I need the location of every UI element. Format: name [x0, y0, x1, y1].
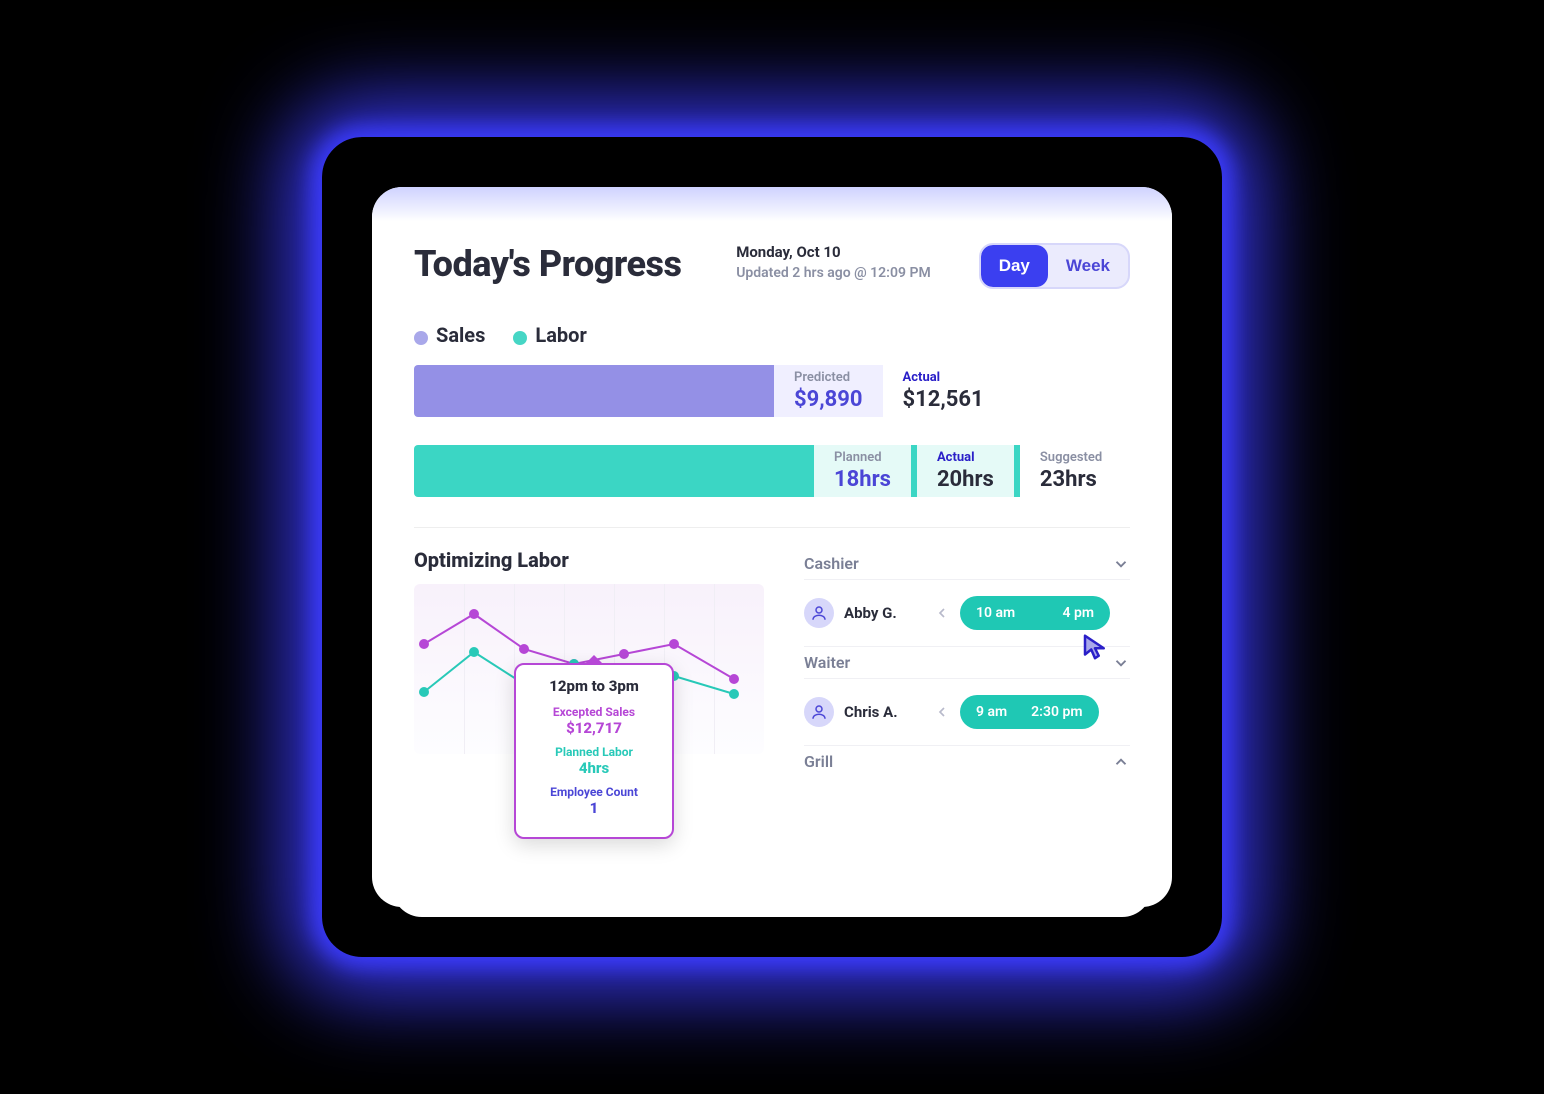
role-header-cashier[interactable]: Cashier: [804, 548, 1130, 580]
employee-name: Abby G.: [844, 604, 924, 622]
sales-bar-fill: [414, 365, 774, 417]
week-button[interactable]: Week: [1048, 245, 1128, 287]
employee-name: Chris A.: [844, 703, 924, 721]
avatar-icon: [804, 598, 834, 628]
cursor-icon: [1080, 632, 1110, 662]
chevron-left-icon[interactable]: [934, 704, 950, 720]
sales-bar-row: Predicted $9,890 Actual $12,561: [414, 365, 1130, 417]
shift-pill[interactable]: 9 am2:30 pm: [960, 695, 1099, 729]
chevron-down-icon[interactable]: [1112, 654, 1130, 672]
page-title: Today's Progress: [414, 243, 681, 285]
sales-actual-cell: Actual $12,561: [883, 365, 1004, 417]
labor-dot-icon: [513, 331, 527, 345]
card-header-gradient: [372, 187, 1172, 221]
shift-pill[interactable]: 10 am4 pm: [960, 596, 1110, 630]
sales-predicted-cell: Predicted $9,890: [774, 365, 883, 417]
updated-label: Updated 2 hrs ago @ 12:09 PM: [736, 265, 931, 281]
dashboard-card: Today's Progress Monday, Oct 10 Updated …: [372, 187, 1172, 907]
labor-bar-fill: [414, 445, 814, 497]
assignment-row: Chris A. 9 am2:30 pm: [804, 679, 1130, 746]
date-label: Monday, Oct 10: [736, 243, 931, 261]
chevron-up-icon[interactable]: [1112, 753, 1130, 771]
labor-bar-row: Planned 18hrs Actual 20hrs Suggested 23h…: [414, 445, 1130, 497]
optimizing-title: Optimizing Labor: [414, 548, 774, 572]
chevron-down-icon[interactable]: [1112, 555, 1130, 573]
chevron-left-icon[interactable]: [934, 605, 950, 621]
range-toggle[interactable]: Day Week: [979, 243, 1130, 289]
role-header-grill[interactable]: Grill: [804, 746, 1130, 777]
chart-tooltip: 12pm to 3pm Excepted Sales $12,717 Plann…: [514, 663, 674, 839]
labor-actual-cell: Actual 20hrs: [917, 445, 1014, 497]
day-button[interactable]: Day: [981, 245, 1048, 287]
sales-dot-icon: [414, 331, 428, 345]
labor-suggested-cell: Suggested 23hrs: [1020, 445, 1122, 497]
labor-planned-cell: Planned 18hrs: [814, 445, 911, 497]
avatar-icon: [804, 697, 834, 727]
legend-sales: Sales: [414, 323, 485, 347]
legend-labor: Labor: [513, 323, 586, 347]
